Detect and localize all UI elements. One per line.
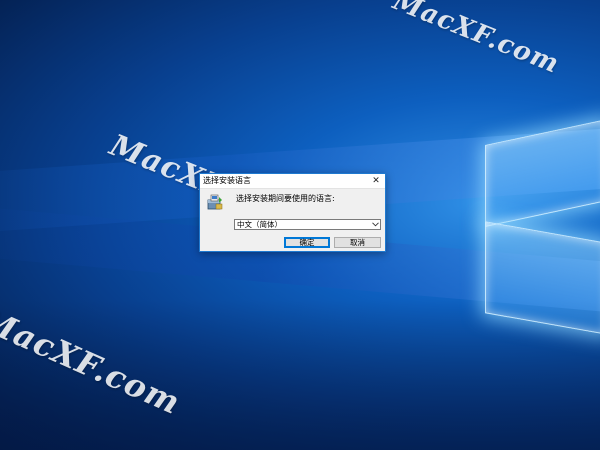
installer-package-icon (207, 194, 223, 210)
chevron-down-icon (370, 222, 380, 227)
watermark-top: MacXF.com (388, 0, 564, 80)
language-dropdown-value: 中文（简体） (237, 220, 282, 229)
dialog-title: 选择安装语言 (203, 176, 251, 185)
windows-logo-pane-top (485, 119, 600, 227)
windows-logo (485, 92, 600, 342)
ok-button[interactable]: 确定 (284, 237, 330, 248)
language-dropdown[interactable]: 中文（简体） (234, 219, 381, 230)
dialog-titlebar[interactable]: 选择安装语言 ✕ (200, 174, 385, 189)
close-icon[interactable]: ✕ (367, 174, 385, 188)
dialog-prompt: 选择安装期间要使用的语言: (236, 194, 335, 203)
language-select-dialog: 选择安装语言 ✕ 选择安装期间要使用的语言: 中文（简体） 确定 取消 (199, 173, 386, 252)
watermark-bottom: MacXF.com (0, 300, 187, 423)
windows-logo-pane-bottom (485, 221, 600, 335)
cancel-button[interactable]: 取消 (334, 237, 381, 248)
